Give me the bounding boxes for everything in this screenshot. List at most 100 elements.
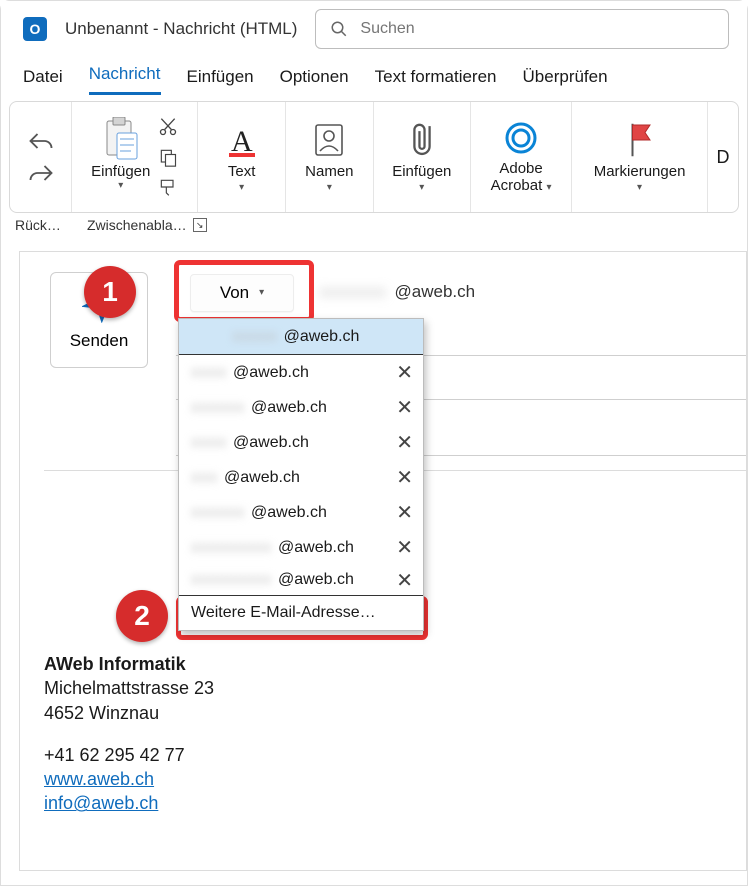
from-dropdown-item[interactable]: xxxxxxxxx @aweb.ch ✕: [179, 530, 423, 565]
annotation-callout-1: 1: [84, 266, 136, 318]
dropdown-item-user-blurred: xxxx: [191, 434, 227, 452]
chevron-down-icon: ▾: [118, 180, 123, 191]
signature-city: 4652 Winznau: [44, 701, 214, 725]
from-dropdown-item[interactable]: xxxxxx @aweb.ch ✕: [179, 390, 423, 425]
signature-phone: +41 62 295 42 77: [44, 743, 214, 767]
ribbon-captions: Rück… Zwischenabla… ↘: [1, 213, 747, 233]
close-icon[interactable]: ✕: [396, 500, 413, 525]
from-address-domain: @aweb.ch: [395, 282, 476, 302]
redo-icon[interactable]: [27, 162, 55, 184]
from-dropdown-item[interactable]: xxxx @aweb.ch ✕: [179, 355, 423, 390]
from-label: Von: [220, 283, 249, 303]
adobe-acrobat-icon: [503, 120, 539, 156]
titlebar: O Unbenannt - Nachricht (HTML): [1, 1, 747, 57]
outlook-icon-letter: O: [30, 21, 41, 37]
close-icon[interactable]: ✕: [396, 430, 413, 455]
dropdown-item-user-blurred: xxxxxxxxx: [191, 571, 272, 589]
dropdown-item-domain: @aweb.ch: [233, 434, 309, 452]
names-label: Namen: [305, 163, 353, 180]
insert-label: Einfügen: [392, 163, 451, 180]
dropdown-item-domain: @aweb.ch: [278, 571, 354, 589]
dropdown-item-user-blurred: xxxxxx: [191, 504, 245, 522]
from-dropdown-item[interactable]: xxxxxxxxx @aweb.ch ✕: [179, 565, 423, 595]
from-dropdown-selected[interactable]: xxxxx @aweb.ch: [179, 319, 423, 354]
attach-icon: [405, 121, 439, 159]
send-label: Senden: [70, 331, 129, 351]
ribbon-group-more[interactable]: D: [708, 102, 738, 212]
tab-einfuegen[interactable]: Einfügen: [187, 67, 254, 95]
adobe-label-2: Acrobat: [491, 177, 543, 194]
ribbon-tabs: Datei Nachricht Einfügen Optionen Text f…: [1, 57, 747, 95]
dropdown-item-user-blurred: xxxxxx: [191, 399, 245, 417]
copy-icon[interactable]: [158, 147, 178, 167]
close-icon[interactable]: ✕: [396, 465, 413, 490]
outlook-icon: O: [23, 17, 47, 41]
tab-nachricht[interactable]: Nachricht: [89, 64, 161, 95]
tab-datei[interactable]: Datei: [23, 67, 63, 95]
ribbon-group-names[interactable]: Namen ▾: [286, 102, 374, 212]
paste-button[interactable]: Einfügen ▾: [91, 117, 150, 191]
chevron-down-icon: ▾: [327, 182, 332, 193]
flag-icon: [625, 121, 655, 159]
tab-ueberpruefen[interactable]: Überprüfen: [523, 67, 608, 95]
address-book-icon: [310, 121, 348, 159]
from-dropdown: xxxxx @aweb.ch xxxx @aweb.ch ✕ xxxxxx @a…: [178, 318, 424, 631]
chevron-down-icon: ▾: [259, 287, 264, 298]
format-painter-icon[interactable]: [158, 177, 178, 197]
compose-area: Senden Von ▾ xxxxxxx @aweb.ch 1 xxxxx @a…: [19, 251, 747, 871]
paste-label: Einfügen: [91, 163, 150, 180]
close-icon[interactable]: ✕: [396, 535, 413, 560]
annotation-callout-1-num: 1: [102, 276, 118, 308]
from-dropdown-more[interactable]: Weitere E-Mail-Adresse…: [179, 595, 423, 630]
caption-undo: Rück…: [15, 217, 73, 233]
dropdown-item-domain: @aweb.ch: [224, 469, 300, 487]
from-button[interactable]: Von ▾: [190, 274, 294, 312]
email-signature: AWeb Informatik Michelmattstrasse 23 465…: [44, 652, 214, 816]
chevron-down-icon: ▾: [419, 182, 424, 193]
from-address-user-blurred: xxxxxxx: [320, 282, 387, 302]
ribbon-group-insert[interactable]: Einfügen ▾: [374, 102, 471, 212]
adobe-label-1: Adobe: [499, 160, 542, 177]
caption-clipboard: Zwischenabla… ↘: [87, 217, 213, 233]
search-icon: [330, 20, 348, 38]
text-icon: A: [223, 121, 261, 159]
signature-web-link[interactable]: www.aweb.ch: [44, 769, 154, 789]
signature-street: Michelmattstrasse 23: [44, 676, 214, 700]
window-title: Unbenannt - Nachricht (HTML): [65, 19, 297, 39]
dropdown-item-domain: @aweb.ch: [278, 539, 354, 557]
close-icon[interactable]: ✕: [396, 360, 413, 385]
search-input[interactable]: [360, 20, 714, 38]
dropdown-item-domain: @aweb.ch: [251, 504, 327, 522]
clipboard-icon: [101, 117, 141, 161]
dropdown-item-domain: @aweb.ch: [251, 399, 327, 417]
from-dropdown-item[interactable]: xxxxxx @aweb.ch ✕: [179, 495, 423, 530]
close-icon[interactable]: ✕: [396, 568, 413, 593]
dropdown-item-user-blurred: xxx: [191, 469, 218, 487]
dropdown-item-user-blurred: xxxxx: [233, 328, 278, 346]
signature-email-link[interactable]: info@aweb.ch: [44, 793, 158, 813]
caption-clipboard-text: Zwischenabla…: [87, 217, 187, 233]
annotation-callout-2-num: 2: [134, 600, 150, 632]
from-dropdown-item[interactable]: xxxx @aweb.ch ✕: [179, 425, 423, 460]
tab-textformat[interactable]: Text formatieren: [375, 67, 497, 95]
ribbon-group-adobe[interactable]: Adobe Acrobat ▾: [471, 102, 572, 212]
ribbon: Einfügen ▾ A Text ▾ Namen: [9, 101, 739, 213]
dropdown-item-user-blurred: xxxx: [191, 364, 227, 382]
tags-label: Markierungen: [594, 163, 686, 180]
dropdown-more-label: Weitere E-Mail-Adresse…: [191, 604, 376, 622]
annotation-callout-2: 2: [116, 590, 168, 642]
dialog-launcher-icon[interactable]: ↘: [193, 218, 207, 232]
ribbon-group-tags[interactable]: Markierungen ▾: [572, 102, 708, 212]
ribbon-more-letter: D: [717, 147, 730, 168]
tab-optionen[interactable]: Optionen: [280, 67, 349, 95]
close-icon[interactable]: ✕: [396, 395, 413, 420]
search-box[interactable]: [315, 9, 729, 49]
cut-icon[interactable]: [158, 117, 178, 137]
from-address-display: xxxxxxx @aweb.ch: [320, 282, 475, 302]
undo-icon[interactable]: [27, 130, 55, 152]
chevron-down-icon: ▾: [546, 182, 551, 193]
chevron-down-icon: ▾: [637, 182, 642, 193]
dropdown-item-user-blurred: xxxxxxxxx: [191, 539, 272, 557]
ribbon-group-text[interactable]: A Text ▾: [198, 102, 286, 212]
from-dropdown-item[interactable]: xxx @aweb.ch ✕: [179, 460, 423, 495]
